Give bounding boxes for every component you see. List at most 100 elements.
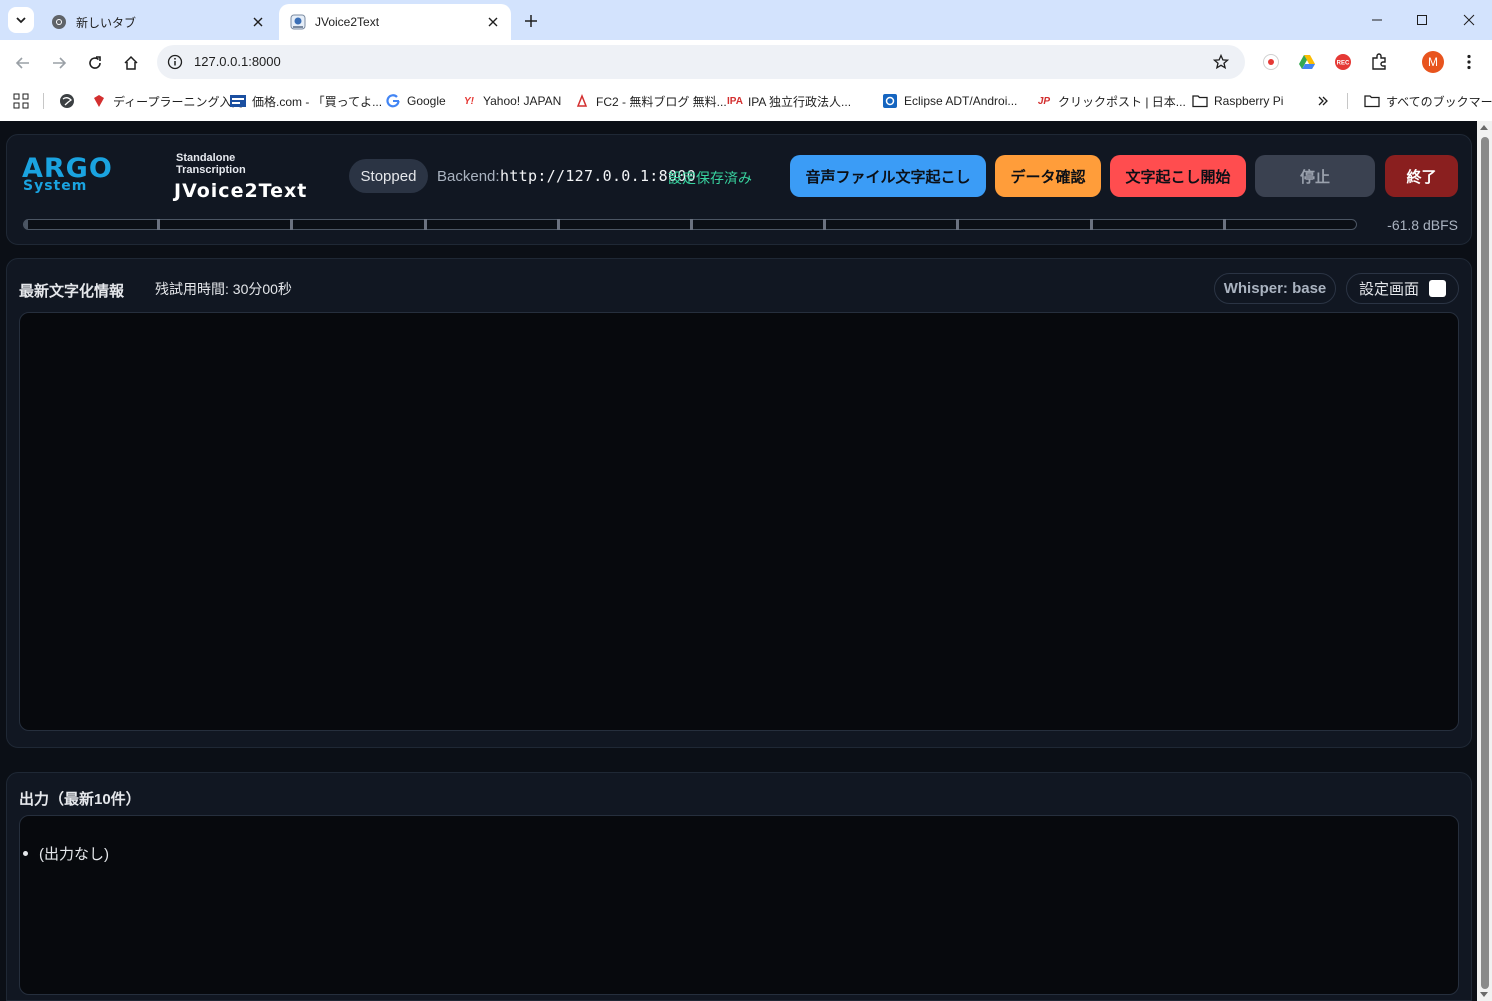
header-panel: ARGO System Standalone Transcription JVo…	[6, 134, 1472, 245]
more-menu-icon[interactable]	[1458, 51, 1480, 73]
backend-url: http://127.0.0.1:8000	[500, 167, 696, 185]
bookmark-item[interactable]: IPA IPA 独立行政法人...	[727, 91, 851, 111]
apps-grid-icon[interactable]	[13, 91, 29, 111]
arrow-left-icon	[15, 57, 29, 69]
start-transcription-button[interactable]: 文字起こし開始	[1110, 155, 1246, 197]
status-badge: Stopped	[349, 159, 428, 193]
globe-icon[interactable]	[59, 91, 75, 111]
bookmark-item[interactable]: Raspberry Pi	[1192, 91, 1283, 111]
bookmark-item[interactable]: 価格.com - 「買ってよ...	[230, 91, 382, 111]
bookmark-label: クリックポスト | 日本...	[1058, 94, 1186, 109]
subtitle-line-2: Transcription	[176, 164, 246, 176]
reload-button[interactable]	[82, 50, 108, 76]
svg-text:REC: REC	[1337, 61, 1350, 67]
output-list-box: (出力なし)	[19, 815, 1459, 995]
bookmark-item[interactable]: Y! Yahoo! JAPAN	[461, 91, 561, 111]
output-list: (出力なし)	[22, 843, 109, 864]
list-item-text: (出力なし)	[39, 846, 109, 863]
meter-tick	[956, 219, 959, 230]
reload-icon	[89, 56, 101, 69]
audio-level-meter	[23, 219, 1357, 230]
back-button[interactable]	[10, 50, 36, 76]
bookmark-item[interactable]: ディープラーニング入門	[91, 91, 243, 111]
chevron-down-icon	[16, 17, 26, 24]
url-text[interactable]: 127.0.0.1:8000	[194, 54, 281, 69]
tab-strip: 新しいタブ JVoice2Text	[0, 0, 1492, 40]
fc2-icon	[574, 93, 590, 109]
google-drive-icon[interactable]	[1296, 51, 1318, 73]
scroll-up-arrow-icon[interactable]	[1480, 125, 1488, 130]
new-tab-button[interactable]	[519, 9, 543, 33]
app-root: ARGO System Standalone Transcription JVo…	[0, 121, 1492, 1001]
yahoo-icon: Y!	[464, 95, 474, 107]
section-title: 出力（最新10件）	[19, 791, 141, 808]
maximize-button[interactable]	[1399, 0, 1445, 40]
browser-chrome: 新しいタブ JVoice2Text 127.0.0.1:8000 REC M デ…	[0, 0, 1492, 121]
argo-logo: ARGO System	[22, 155, 134, 195]
meter-tick	[157, 219, 160, 230]
level-db-readout: -61.8 dBFS	[1387, 217, 1458, 233]
stop-button[interactable]: 停止	[1255, 155, 1375, 197]
tab-search-button[interactable]	[8, 7, 34, 33]
list-item: (出力なし)	[22, 843, 109, 864]
meter-tick	[424, 219, 427, 230]
page-scrollbar[interactable]	[1477, 121, 1492, 1001]
tab-new-tab[interactable]: 新しいタブ	[40, 4, 276, 40]
ipa-icon: IPA	[727, 95, 743, 107]
bookmark-label: Google	[407, 94, 446, 108]
bookmark-label: Yahoo! JAPAN	[483, 94, 562, 108]
extensions-puzzle-icon[interactable]	[1368, 51, 1390, 73]
google-icon	[385, 93, 401, 109]
kakaku-icon	[230, 93, 246, 109]
rec-extension-icon[interactable]: REC	[1332, 51, 1354, 73]
exit-button[interactable]: 終了	[1385, 155, 1458, 197]
tab-jvoice2text[interactable]: JVoice2Text	[279, 4, 511, 40]
folder-icon	[1192, 93, 1208, 109]
close-icon[interactable]	[483, 12, 503, 32]
forward-button[interactable]	[46, 50, 72, 76]
address-bar[interactable]: 127.0.0.1:8000	[157, 45, 1245, 79]
site-info-icon[interactable]	[165, 52, 185, 72]
backend-label: Backend:	[437, 168, 500, 185]
settings-checkbox[interactable]	[1429, 280, 1446, 297]
settings-saved-label: 設定保存済み	[668, 170, 752, 186]
arrow-right-icon	[53, 57, 67, 69]
scrollbar-thumb[interactable]	[1481, 137, 1489, 989]
bookmark-label: Raspberry Pi	[1214, 94, 1284, 108]
bookmark-item[interactable]: Google	[385, 91, 446, 111]
profile-avatar[interactable]: M	[1422, 51, 1444, 73]
jp-post-icon: JP	[1037, 95, 1051, 107]
home-button[interactable]	[118, 50, 144, 76]
bookmark-item[interactable]: FC2 - 無料ブログ 無料...	[574, 91, 727, 111]
minimize-button[interactable]	[1354, 0, 1400, 40]
close-window-button[interactable]	[1446, 0, 1492, 40]
meter-tick	[690, 219, 693, 230]
bookmarks-bar: ディープラーニング入門 価格.com - 「買ってよ... Google Y! …	[0, 86, 1492, 116]
bookmarks-divider	[1347, 93, 1348, 109]
logo-text-bottom: System	[23, 178, 88, 194]
scroll-down-arrow-icon[interactable]	[1480, 992, 1488, 997]
home-icon	[124, 55, 138, 70]
settings-toggle[interactable]: 設定画面	[1346, 273, 1459, 304]
all-bookmarks-folder[interactable]: すべてのブックマーク	[1364, 91, 1492, 111]
close-icon	[1463, 14, 1475, 26]
folder-icon	[1364, 93, 1380, 109]
data-check-button[interactable]: データ確認	[995, 155, 1101, 197]
tab-title: JVoice2Text	[315, 15, 380, 29]
meter-tick	[823, 219, 826, 230]
subtitle-line-1: Standalone	[176, 152, 236, 164]
transcript-display[interactable]	[19, 312, 1459, 731]
record-extension-icon[interactable]	[1260, 51, 1282, 73]
bookmark-label: IPA 独立行政法人...	[747, 94, 852, 109]
more-bookmarks-chevron-icon[interactable]	[1317, 91, 1329, 111]
bookmark-item[interactable]: Eclipse ADT/Androi...	[882, 91, 1017, 111]
bookmark-star-icon[interactable]	[1211, 52, 1231, 72]
bookmark-item[interactable]: JP クリックポスト | 日本...	[1036, 91, 1186, 111]
close-icon[interactable]	[248, 12, 268, 32]
meter-tick	[1090, 219, 1093, 230]
chrome-icon	[51, 14, 67, 30]
trial-time-remaining: 残試用時間: 30分00秒	[155, 281, 292, 297]
file-transcribe-button[interactable]: 音声ファイル文字起こし	[790, 155, 986, 197]
plus-icon	[525, 15, 537, 27]
bookmark-label: すべてのブックマーク	[1386, 94, 1492, 109]
